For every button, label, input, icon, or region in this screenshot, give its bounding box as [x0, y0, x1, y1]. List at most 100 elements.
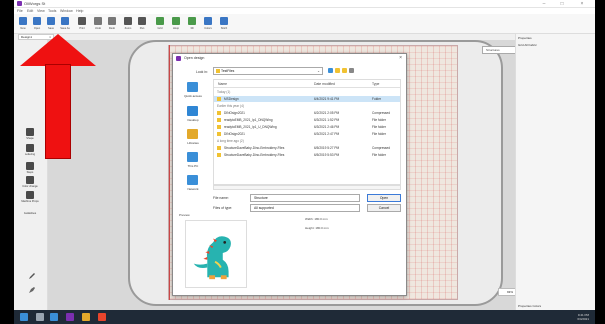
system-clock[interactable]: 9:41 PM 6/4/2021 — [577, 313, 589, 321]
minimize-button[interactable]: – — [537, 0, 551, 8]
menu-help[interactable]: Help — [76, 9, 83, 13]
open-button[interactable]: Open — [367, 194, 401, 202]
look-in-dropdown[interactable]: TestFiles ⌄ — [213, 67, 323, 75]
preview-label: Preview — [179, 213, 190, 217]
menu-window[interactable]: Window — [60, 9, 73, 13]
computer-icon — [187, 152, 198, 162]
save-icon — [47, 17, 55, 25]
pencil-icon[interactable] — [28, 272, 36, 280]
file-row[interactable]: readytoEMB_2021_lp1_DNQWing 6/3/2021 1:52… — [214, 117, 400, 123]
ribbon-stitch-button[interactable]: Stitch — [218, 16, 230, 33]
folder-icon — [217, 146, 221, 150]
task-view-icon[interactable] — [50, 313, 58, 321]
folder-icon — [216, 69, 220, 73]
desktop-icon — [187, 106, 198, 116]
grid-guide-line — [169, 45, 170, 300]
tool-color-change[interactable]: Color change — [18, 176, 42, 191]
start-icon[interactable] — [20, 313, 28, 321]
file-row[interactable]: StructureDaveBaby-Dino-Embroidery-Files 6… — [214, 145, 400, 151]
file-row[interactable]: StructureDaveBaby-Dino-Embroidery-Files 6… — [214, 152, 400, 158]
embroidery-app-icon[interactable] — [66, 313, 74, 321]
file-row[interactable]: readytoEMB_2021_lp1_U_DNQWing 6/3/2021 2:… — [214, 124, 400, 130]
ribbon-colors-button[interactable]: Colors — [202, 16, 214, 33]
tool-steps[interactable]: Steps — [18, 162, 42, 177]
cancel-button[interactable]: Cancel — [367, 204, 401, 212]
pen-icon[interactable] — [28, 286, 36, 294]
folder-icon — [217, 111, 221, 115]
place-this-pc[interactable]: This PC — [178, 152, 208, 174]
screen-border-left — [0, 0, 14, 324]
new-folder-icon[interactable] — [342, 68, 347, 73]
shape-icon — [26, 128, 34, 136]
horizontal-scrollbar[interactable] — [213, 185, 401, 190]
view-3d-icon — [188, 17, 196, 25]
guidelines-icon — [26, 203, 34, 211]
menu-view[interactable]: View — [37, 9, 45, 13]
dialog-title-bar: Open design × — [173, 54, 406, 63]
ribbon-3d-button[interactable]: 3D — [186, 16, 198, 33]
ribbon-grid-button[interactable]: Grid — [154, 16, 166, 33]
window-title: OliWorgs St — [24, 1, 46, 6]
redo-icon — [108, 17, 116, 25]
menu-edit[interactable]: Edit — [27, 9, 33, 13]
menu-file[interactable]: File — [17, 9, 23, 13]
place-quick-access[interactable]: Quick access — [178, 82, 208, 104]
close-window-button[interactable]: × — [575, 0, 589, 8]
design-preview — [185, 220, 247, 288]
pan-icon — [138, 17, 146, 25]
preview-height: Height: 180.0 mm — [305, 226, 329, 230]
col-date[interactable]: Date modified — [314, 82, 335, 86]
search-icon[interactable] — [36, 313, 44, 321]
group-header: Earlier this year (4) — [217, 104, 244, 108]
hoop-icon — [172, 17, 180, 25]
windows-taskbar: 9:41 PM 6/4/2021 — [14, 310, 595, 324]
place-libraries[interactable]: Libraries — [178, 129, 208, 151]
dinosaur-design-image — [193, 236, 231, 280]
up-folder-icon[interactable] — [335, 68, 340, 73]
file-row[interactable]: MSDesign 6/4/2021 9:41 PM Folder — [214, 96, 400, 102]
file-explorer-icon[interactable] — [82, 313, 90, 321]
dialog-title: Open design — [184, 56, 205, 60]
ribbon-redo-button[interactable]: Redo — [106, 16, 118, 33]
ribbon-pan-button[interactable]: Pan — [136, 16, 148, 33]
file-type-label: Files of type: — [213, 206, 233, 210]
place-desktop[interactable]: Desktop — [178, 106, 208, 128]
tool-shape[interactable]: Shape — [18, 128, 42, 143]
place-network[interactable]: Network — [178, 175, 208, 197]
view-menu-icon[interactable] — [349, 68, 354, 73]
tool-guidelines[interactable]: Guidelines — [18, 203, 42, 218]
ribbon-save-as-button[interactable]: Save As — [59, 16, 71, 33]
ribbon-open-button[interactable]: Open — [31, 16, 43, 33]
group-header: A long time ago (2) — [217, 139, 244, 143]
ribbon-print-button[interactable]: Print — [76, 16, 88, 33]
properties-row[interactable]: Grid All Fabric — [518, 43, 537, 47]
folder-icon — [217, 118, 221, 122]
file-type-select[interactable]: All supported — [250, 204, 360, 212]
folder-icon — [217, 132, 221, 136]
lettering-icon — [26, 144, 34, 152]
ribbon-zoom-button[interactable]: Zoom — [122, 16, 134, 33]
file-row[interactable]: DINOsign2021 6/3/2021 2:47 PM File folder — [214, 131, 400, 137]
left-tool-panel: Shape Lettering Steps Color change Machi… — [14, 40, 48, 310]
ribbon-save-button[interactable]: Save — [45, 16, 57, 33]
places-bar: Quick access Desktop Libraries This PC N… — [178, 80, 208, 230]
col-name[interactable]: Name — [218, 82, 227, 86]
file-list-header: Name Date modified Type — [214, 80, 400, 88]
tool-lettering[interactable]: Lettering — [18, 144, 42, 159]
file-row[interactable]: DINOsign2021 6/2/2021 2:05 PM Compressed — [214, 110, 400, 116]
ribbon-hoop-button[interactable]: Hoop — [170, 16, 182, 33]
maximize-button[interactable]: □ — [555, 0, 569, 8]
ribbon-undo-button[interactable]: Undo — [92, 16, 104, 33]
save-as-icon — [61, 17, 69, 25]
dialog-close-icon[interactable]: × — [399, 55, 402, 61]
ribbon-new-button[interactable]: New — [17, 16, 29, 33]
col-type[interactable]: Type — [372, 82, 379, 86]
undo-icon — [94, 17, 102, 25]
menu-tools[interactable]: Tools — [48, 9, 56, 13]
properties-header: Properties — [518, 36, 532, 40]
file-name-input[interactable]: Structure — [250, 194, 360, 202]
chrome-icon[interactable] — [98, 313, 106, 321]
back-icon[interactable] — [328, 68, 333, 73]
properties-bottom-tabs[interactable]: Properties Colors — [518, 304, 541, 308]
preview-width: Width: 180.0 mm — [305, 217, 328, 221]
